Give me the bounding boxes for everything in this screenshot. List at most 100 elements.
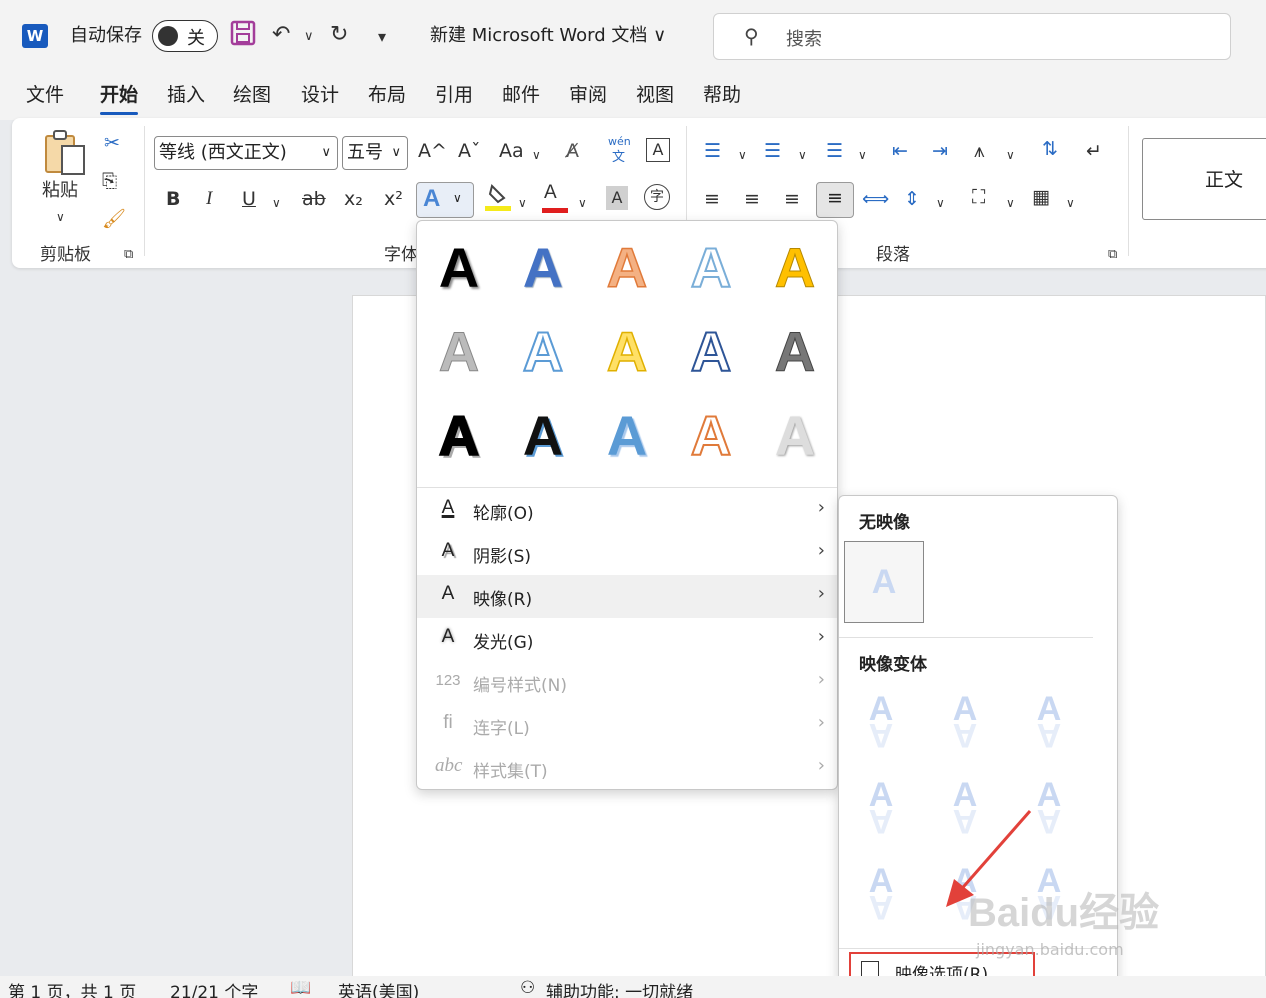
chevron-down-icon[interactable]: ∨ xyxy=(738,142,747,168)
bullets-icon[interactable]: ☰ xyxy=(704,138,721,164)
menu-item-outline[interactable]: A 轮廓(O) › xyxy=(417,489,837,532)
multilevel-list-icon[interactable]: ☰ xyxy=(826,138,843,164)
shrink-font-icon[interactable]: Aˇ xyxy=(458,138,481,164)
customize-quick-access-icon[interactable]: ▾ xyxy=(378,22,386,52)
align-left-icon[interactable]: ≡ xyxy=(704,186,720,212)
page-count[interactable]: 第 1 页，共 1 页 xyxy=(8,978,136,998)
line-spacing-icon[interactable]: ⇕ xyxy=(904,186,920,212)
reflection-variant-1[interactable]: AA xyxy=(839,680,923,764)
effect-style-14[interactable]: A xyxy=(669,393,753,477)
menu-item-glow[interactable]: A 发光(G) › xyxy=(417,618,837,661)
bold-button[interactable]: B xyxy=(166,186,180,212)
menu-item-reflection[interactable]: A 映像(R) › xyxy=(417,575,837,618)
character-border-icon[interactable]: A xyxy=(646,138,670,162)
effect-style-10[interactable]: A xyxy=(753,309,837,393)
align-right-icon[interactable]: ≡ xyxy=(784,186,800,212)
enclose-characters-icon[interactable]: 字 xyxy=(644,184,670,210)
phonetic-guide-icon[interactable]: 文 xyxy=(612,150,625,166)
chevron-down-icon[interactable]: ∨ xyxy=(272,190,281,216)
phonetic-guide-top[interactable]: wén xyxy=(608,136,631,148)
chevron-down-icon[interactable]: ∨ xyxy=(798,142,807,168)
borders-icon[interactable]: ▦ xyxy=(1032,184,1050,210)
search-box[interactable]: ⚲ 搜索 xyxy=(713,13,1231,60)
effect-style-3[interactable]: A xyxy=(585,225,669,309)
tab-home[interactable]: 开始 xyxy=(100,82,139,115)
autosave-toggle[interactable]: 关 xyxy=(152,20,218,52)
change-case-icon[interactable]: Aa xyxy=(499,138,524,164)
chevron-down-icon[interactable]: ∨ xyxy=(578,190,587,216)
distributed-icon[interactable]: ⟺ xyxy=(862,186,889,212)
clipboard-launcher-icon[interactable]: ⧉ xyxy=(124,242,133,268)
effect-style-6[interactable]: A xyxy=(417,309,501,393)
redo-icon[interactable]: ↻ xyxy=(330,20,348,50)
chevron-down-icon[interactable]: ∨ xyxy=(518,190,527,216)
word-count[interactable]: 21/21 个字 xyxy=(170,978,258,998)
effect-style-13[interactable]: A xyxy=(585,393,669,477)
highlight-color-icon[interactable] xyxy=(484,182,512,219)
effect-style-1[interactable]: A xyxy=(417,225,501,309)
tab-help[interactable]: 帮助 xyxy=(703,82,741,108)
effect-style-8[interactable]: A xyxy=(585,309,669,393)
font-name-select[interactable]: 等线 (西文正文) ∨ xyxy=(154,136,338,170)
tab-design[interactable]: 设计 xyxy=(301,82,339,108)
chevron-down-icon[interactable]: ∨ xyxy=(936,190,945,216)
sort-icon[interactable]: ⇅ xyxy=(1042,136,1058,162)
underline-button[interactable]: U xyxy=(242,186,256,212)
decrease-indent-icon[interactable]: ⇤ xyxy=(892,138,908,164)
reflection-variant-4[interactable]: AA xyxy=(839,766,923,850)
tab-draw[interactable]: 绘图 xyxy=(233,82,271,108)
numbering-icon[interactable]: ☰ xyxy=(764,138,781,164)
effect-style-11[interactable]: A xyxy=(417,393,501,477)
effect-style-12[interactable]: A xyxy=(501,393,585,477)
paragraph-launcher-icon[interactable]: ⧉ xyxy=(1108,242,1117,268)
text-effects-button[interactable]: A ∨ xyxy=(416,182,474,218)
paste-label[interactable]: 粘贴 xyxy=(42,178,78,204)
effect-style-4[interactable]: A xyxy=(669,225,753,309)
chevron-down-icon[interactable]: ∨ xyxy=(532,142,541,168)
italic-button[interactable]: I xyxy=(206,186,212,212)
menu-item-shadow[interactable]: A 阴影(S) › xyxy=(417,532,837,575)
effect-style-9[interactable]: A xyxy=(669,309,753,393)
language-status[interactable]: 英语(美国) xyxy=(338,978,419,998)
accessibility-status[interactable]: 辅助功能: 一切就绪 xyxy=(546,978,693,998)
strikethrough-button[interactable]: ab xyxy=(302,186,326,212)
paste-dropdown-icon[interactable]: ∨ xyxy=(56,204,65,230)
no-reflection-option[interactable]: A xyxy=(844,541,924,623)
tab-file[interactable]: 文件 xyxy=(26,82,64,108)
cut-icon[interactable]: ✂ xyxy=(104,130,120,156)
undo-icon[interactable]: ↶ xyxy=(272,20,290,50)
justify-button[interactable]: ≡ xyxy=(816,182,854,218)
tab-references[interactable]: 引用 xyxy=(435,82,473,108)
paste-icon[interactable] xyxy=(42,128,86,183)
font-size-select[interactable]: 五号 ∨ xyxy=(342,136,408,170)
chevron-down-icon[interactable]: ∨ xyxy=(858,142,867,168)
style-normal[interactable]: 正文 xyxy=(1142,138,1266,220)
superscript-button[interactable]: x² xyxy=(384,186,403,212)
effect-style-5[interactable]: A xyxy=(753,225,837,309)
tab-layout[interactable]: 布局 xyxy=(368,82,406,108)
reflection-variant-3[interactable]: AA xyxy=(1007,680,1091,764)
subscript-button[interactable]: x₂ xyxy=(344,186,363,212)
effect-style-2[interactable]: A xyxy=(501,225,585,309)
character-shading-icon[interactable]: A xyxy=(606,186,628,210)
chevron-down-icon[interactable]: ∨ xyxy=(1006,190,1015,216)
undo-dropdown-icon[interactable]: ∨ xyxy=(304,22,314,52)
document-title[interactable]: 新建 Microsoft Word 文档 ∨ xyxy=(430,24,666,48)
proofing-icon[interactable]: 📖 xyxy=(290,978,311,998)
save-icon[interactable] xyxy=(230,20,256,55)
align-center-icon[interactable]: ≡ xyxy=(744,186,760,212)
effect-style-7[interactable]: A xyxy=(501,309,585,393)
chevron-down-icon[interactable]: ∨ xyxy=(1006,142,1015,168)
grow-font-icon[interactable]: A^ xyxy=(418,138,447,164)
tab-mailings[interactable]: 邮件 xyxy=(502,82,540,108)
clear-formatting-icon[interactable]: A̸ xyxy=(566,138,579,164)
increase-indent-icon[interactable]: ⇥ xyxy=(932,138,948,164)
shading-icon[interactable]: ⛶ xyxy=(972,184,985,210)
format-painter-icon[interactable]: 🖌 xyxy=(102,206,126,232)
copy-icon[interactable]: ⎘ xyxy=(102,168,117,194)
reflection-variant-2[interactable]: AA xyxy=(923,680,1007,764)
show-formatting-icon[interactable]: ↵ xyxy=(1086,138,1102,164)
tab-review[interactable]: 审阅 xyxy=(569,82,607,108)
text-direction-icon[interactable]: ⩚ xyxy=(974,138,985,164)
chevron-down-icon[interactable]: ∨ xyxy=(1066,190,1075,216)
